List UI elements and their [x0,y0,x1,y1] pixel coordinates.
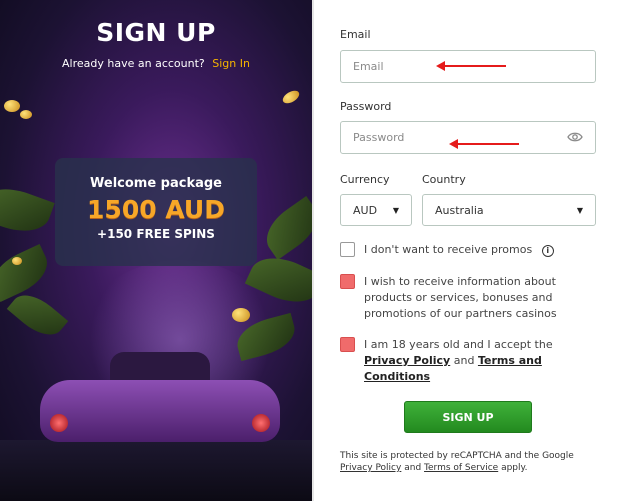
arrow-annotation [449,139,519,149]
promo-opt-out-label: I don't want to receive promos [364,243,533,256]
eye-icon[interactable] [567,131,583,143]
have-account-text: Already have an account? [62,57,205,70]
car-taillight [50,414,68,432]
age-terms-line: I am 18 years old and I accept the Priva… [364,337,600,385]
recaptcha-privacy-link[interactable]: Privacy Policy [340,463,401,473]
promo-panel: SIGN UP Already have an account? Sign In… [0,0,312,501]
coin-decoration [232,308,250,322]
recaptcha-prefix: This site is protected by reCAPTCHA and … [340,451,574,461]
promo-opt-out-line: I don't want to receive promos i [364,242,554,258]
welcome-amount: 1500 AUD [87,195,225,224]
palm-leaf-decoration [257,196,312,260]
and-text: and [404,463,422,473]
marketing-opt-in-checkbox[interactable] [340,274,355,289]
coin-decoration [20,110,32,119]
email-placeholder: Email [353,60,384,73]
marketing-opt-in-label: I wish to receive information about prod… [364,275,557,320]
welcome-spins: +150 FREE SPINS [97,227,215,241]
recaptcha-suffix: apply. [501,463,528,473]
promo-opt-out-checkbox[interactable] [340,242,355,257]
welcome-title: Welcome package [90,176,222,191]
coin-decoration [280,88,302,106]
info-icon[interactable]: i [541,245,554,257]
coin-decoration [12,257,22,265]
welcome-package-card: Welcome package 1500 AUD +150 FREE SPINS [55,158,257,266]
palm-leaf-decoration [0,179,55,241]
signup-page: SIGN UP Already have an account? Sign In… [0,0,626,501]
car-taillight [252,414,270,432]
password-placeholder: Password [353,131,405,144]
age-terms-checkbox[interactable] [340,337,355,352]
arrow-annotation [436,61,506,71]
signup-form: Email Email Password Password Currency A… [314,0,626,501]
car-body [40,380,280,442]
and-text: and [453,354,475,367]
coin-decoration [4,100,20,112]
sign-in-link[interactable]: Sign In [212,57,250,70]
have-account-line: Already have an account? Sign In [0,57,312,70]
currency-value: AUD [353,203,378,217]
recaptcha-terms-link[interactable]: Terms of Service [424,463,498,473]
password-label: Password [340,100,392,113]
currency-select[interactable]: AUD ▼ [340,194,412,226]
password-field[interactable]: Password [340,121,596,154]
recaptcha-notice: This site is protected by reCAPTCHA and … [340,450,610,474]
country-label: Country [422,173,466,186]
age-terms-prefix: I am 18 years old and I accept the [364,338,553,351]
sign-up-button[interactable]: SIGN UP [404,401,532,433]
currency-label: Currency [340,173,390,186]
page-title: SIGN UP [96,18,216,47]
country-value: Australia [435,203,484,217]
caret-down-icon: ▼ [392,205,399,215]
caret-down-icon: ▼ [576,205,583,215]
email-label: Email [340,28,371,41]
privacy-policy-link[interactable]: Privacy Policy [364,354,450,367]
palm-leaf-decoration [0,244,55,302]
country-select[interactable]: Australia ▼ [422,194,596,226]
car-illustration [40,340,280,460]
